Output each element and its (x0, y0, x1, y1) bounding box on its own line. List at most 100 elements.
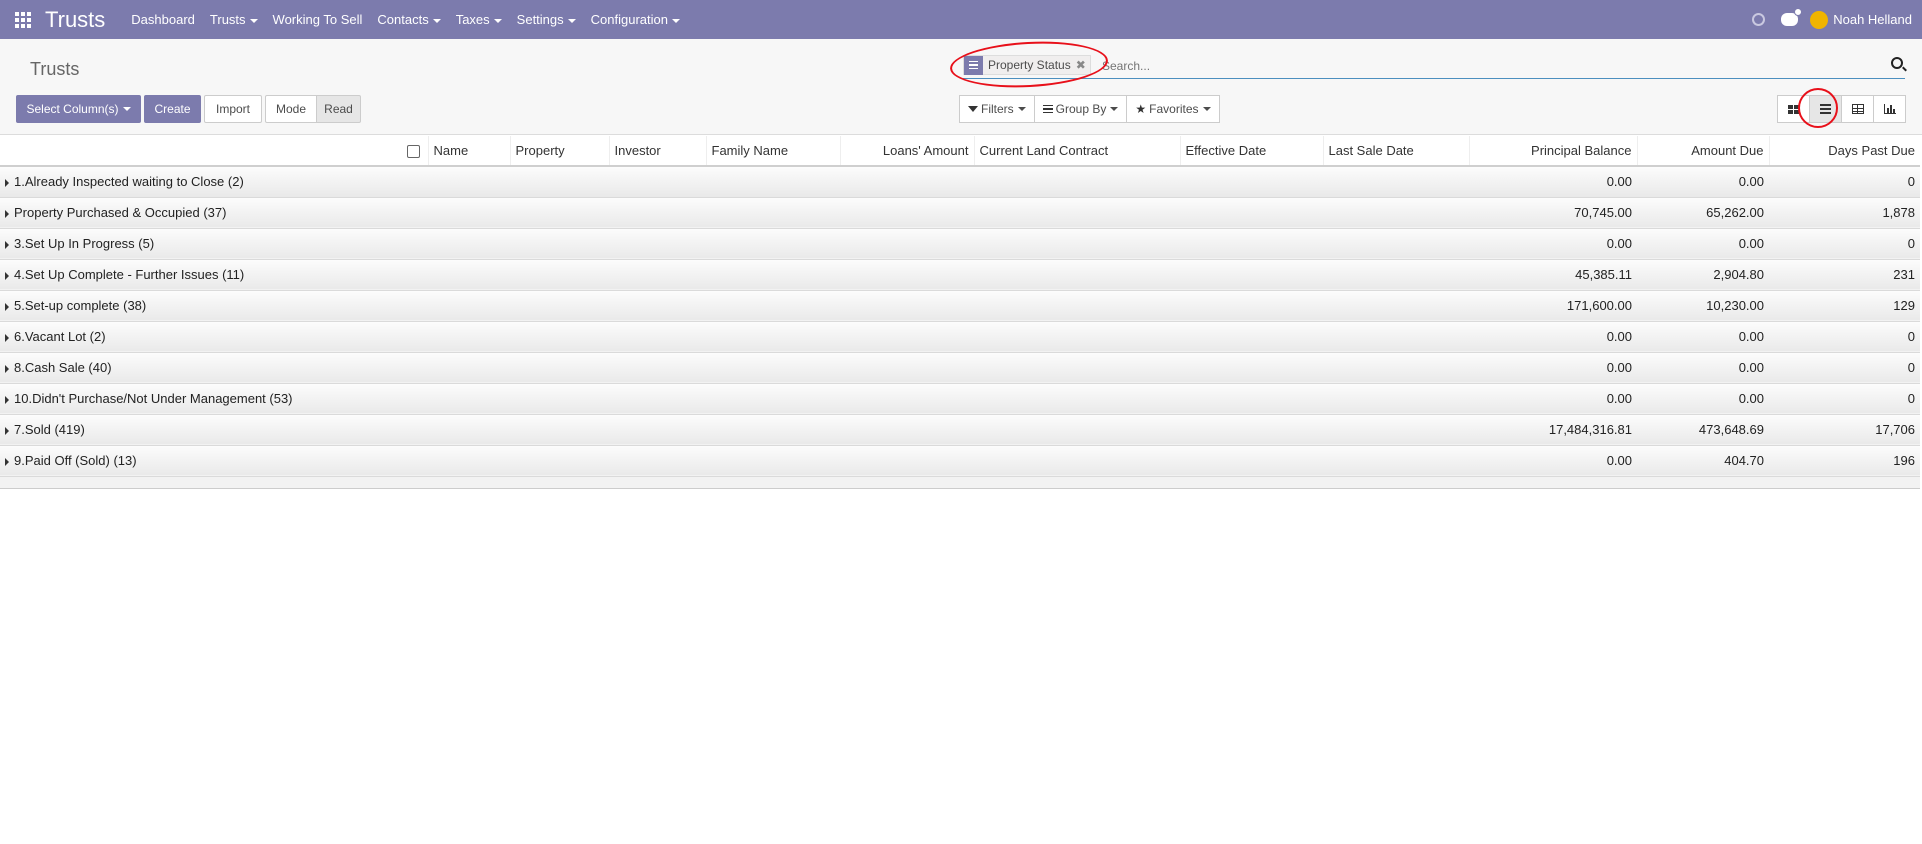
select-columns-button[interactable]: Select Column(s) (16, 95, 141, 123)
group-row[interactable]: 5.Set-up complete (38) 171,600.00 10,230.0… (0, 290, 1920, 322)
select-all-checkbox[interactable] (407, 145, 420, 159)
group-row[interactable]: 6.Vacant Lot (2) 0.00 0.00 0 (0, 321, 1920, 353)
group-by-label: Group By (1055, 102, 1107, 116)
caret-right-icon[interactable] (5, 395, 9, 404)
activity-clock-icon[interactable] (1752, 13, 1766, 26)
messages-badge (1794, 8, 1803, 16)
column-header-amount-due[interactable]: Amount Due (1637, 136, 1770, 167)
import-button[interactable]: Import (204, 95, 262, 123)
menu-item-working-to-sell[interactable]: Working To Sell (273, 12, 363, 27)
list-view-button[interactable] (1809, 95, 1842, 123)
group-amount-due: 2,904.80 (1637, 259, 1769, 291)
column-header-current-land-contract[interactable]: Current Land Contract (974, 136, 1181, 167)
caret-right-icon[interactable] (5, 271, 9, 280)
select-all-header (405, 136, 429, 167)
caret-right-icon[interactable] (5, 240, 9, 249)
favorites-button[interactable]: ★ Favorites (1126, 95, 1220, 123)
caret-right-icon[interactable] (5, 209, 9, 218)
column-header-loans-amount[interactable]: Loans' Amount (840, 136, 975, 167)
facet-label: Property Status (988, 58, 1071, 72)
filters-label: Filters (981, 102, 1014, 116)
control-panel: Trusts Select Column(s) Create Import Mo… (0, 39, 1922, 135)
search-facet[interactable]: Property Status ✖ (963, 55, 1091, 75)
menu-item-trusts[interactable]: Trusts (210, 12, 258, 27)
filters-button[interactable]: Filters (959, 95, 1035, 123)
table-footer-cell (0, 476, 1920, 489)
graph-view-button[interactable] (1873, 95, 1906, 123)
group-days-past-due: 0 (1769, 228, 1920, 260)
caret-right-icon[interactable] (5, 364, 9, 373)
group-by-icon (964, 55, 983, 75)
chevron-down-icon (1110, 107, 1119, 111)
menu-item-taxes[interactable]: Taxes (456, 12, 502, 27)
group-principal-balance: 171,600.00 (1469, 290, 1637, 322)
caret-right-icon[interactable] (5, 426, 9, 435)
group-row[interactable]: 3.Set Up In Progress (5) 0.00 0.00 0 (0, 228, 1920, 260)
group-row[interactable]: 1.Already Inspected waiting to Close (2)… (0, 166, 1920, 198)
group-row[interactable]: 8.Cash Sale (40) 0.00 0.00 0 (0, 352, 1920, 384)
avatar[interactable] (1810, 10, 1829, 29)
kanban-icon (1788, 104, 1799, 114)
group-principal-balance: 0.00 (1469, 445, 1637, 477)
messages-icon[interactable] (1781, 8, 1803, 26)
column-header-days-past-due[interactable]: Days Past Due (1769, 136, 1920, 167)
apps-grid-icon[interactable] (15, 11, 33, 28)
group-by-button[interactable]: Group By (1033, 95, 1128, 123)
caret-right-icon[interactable] (5, 302, 9, 311)
create-button[interactable]: Create (144, 95, 201, 123)
column-header-property[interactable]: Property (510, 136, 610, 167)
group-principal-balance: 70,745.00 (1469, 197, 1637, 229)
group-label: 1.Already Inspected waiting to Close (2) (14, 174, 244, 190)
group-header-cell: 4.Set Up Complete - Further Issues (11) (0, 259, 1469, 291)
column-header-principal-balance[interactable]: Principal Balance (1469, 136, 1638, 167)
group-principal-balance: 0.00 (1469, 228, 1637, 260)
caret-right-icon[interactable] (5, 178, 9, 187)
group-amount-due: 10,230.00 (1637, 290, 1769, 322)
facet-close-icon[interactable]: ✖ (1076, 58, 1090, 72)
menu-item-label: Configuration (590, 12, 668, 27)
caret-right-icon[interactable] (5, 457, 9, 466)
read-mode-button[interactable]: Read (316, 95, 361, 123)
group-header-cell: 3.Set Up In Progress (5) (0, 228, 1469, 260)
menu-item-settings[interactable]: Settings (517, 12, 576, 27)
column-header-investor[interactable]: Investor (609, 136, 707, 167)
chevron-down-icon (671, 18, 680, 23)
group-header-cell: Property Purchased & Occupied (37) (0, 197, 1469, 229)
kanban-view-button[interactable] (1777, 95, 1810, 123)
group-label: 8.Cash Sale (40) (14, 360, 112, 375)
group-row[interactable]: Property Purchased & Occupied (37) 70,745… (0, 197, 1920, 229)
group-header-cell: 1.Already Inspected waiting to Close (2) (0, 166, 1469, 198)
user-menu[interactable]: Noah Helland (1833, 12, 1912, 27)
menu-item-contacts[interactable]: Contacts (377, 12, 441, 27)
main-menu: Dashboard Trusts Working To Sell Contacts Ta… (131, 12, 695, 27)
grid-view-button[interactable] (1841, 95, 1874, 123)
search-icon[interactable] (1891, 57, 1903, 69)
group-row[interactable]: 10.Didn't Purchase/Not Under Management … (0, 383, 1920, 415)
menu-item-configuration[interactable]: Configuration (591, 12, 680, 27)
column-header-effective-date[interactable]: Effective Date (1180, 136, 1324, 167)
group-amount-due: 0.00 (1637, 352, 1769, 384)
favorites-label: Favorites (1149, 102, 1199, 116)
group-header-cell: 8.Cash Sale (40) (0, 352, 1469, 384)
caret-right-icon[interactable] (5, 333, 9, 342)
column-header-last-sale-date[interactable]: Last Sale Date (1323, 136, 1470, 167)
group-row[interactable]: 9.Paid Off (Sold) (13) 0.00 404.70 196 (0, 445, 1920, 477)
group-label: 6.Vacant Lot (2) (14, 329, 106, 344)
search-input[interactable] (1102, 56, 1872, 76)
menu-item-label: Trusts (209, 12, 246, 27)
group-principal-balance: 17,484,316.81 (1469, 414, 1637, 446)
table-grid-icon (1851, 104, 1864, 114)
group-header-cell: 5.Set-up complete (38) (0, 290, 1469, 322)
group-row[interactable]: 7.Sold (419) 17,484,316.81 473,648.69 17,70… (0, 414, 1920, 446)
column-header-family-name[interactable]: Family Name (706, 136, 841, 167)
view-switcher (1777, 95, 1906, 123)
column-header-name[interactable]: Name (428, 136, 511, 167)
group-days-past-due: 231 (1769, 259, 1920, 291)
table-footer-row (0, 476, 1920, 489)
group-row[interactable]: 4.Set Up Complete - Further Issues (11) 4… (0, 259, 1920, 291)
menu-item-dashboard[interactable]: Dashboard (131, 12, 195, 27)
group-label: 3.Set Up In Progress (5) (14, 236, 155, 251)
menu-item-label: Taxes (455, 12, 490, 27)
mode-button[interactable]: Mode (265, 95, 317, 123)
group-amount-due: 65,262.00 (1637, 197, 1769, 229)
